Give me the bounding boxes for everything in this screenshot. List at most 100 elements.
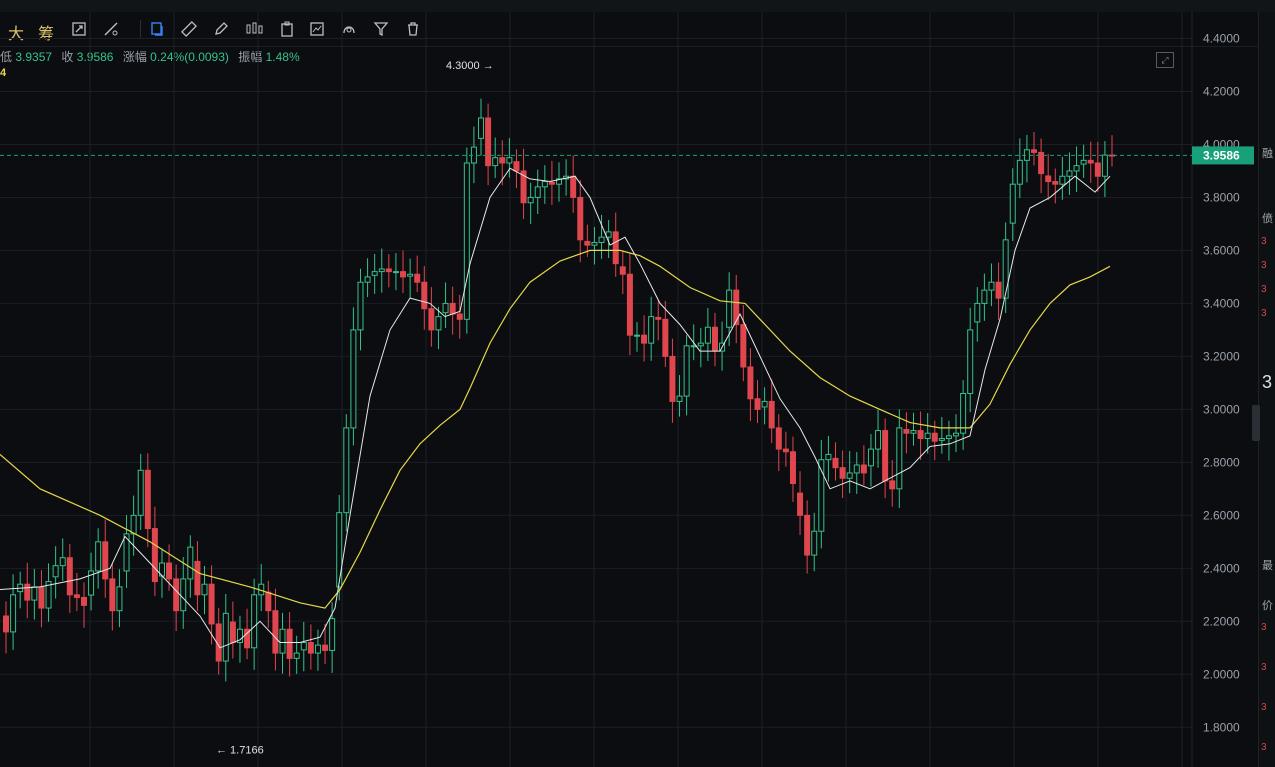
y-tick-label: 3.4000 xyxy=(1203,296,1240,310)
panel-collapse-handle[interactable] xyxy=(1252,405,1260,441)
candle-body xyxy=(307,641,314,654)
candle-body xyxy=(456,313,463,320)
candle-body xyxy=(180,578,187,612)
side-char: 融 xyxy=(1262,148,1273,160)
candle-body xyxy=(102,541,109,580)
side-char: 价 xyxy=(1262,600,1273,612)
candle-body xyxy=(1031,149,1038,153)
candle-body xyxy=(59,557,66,567)
candle-body xyxy=(995,281,1002,299)
side-red-mark: 3 xyxy=(1261,702,1267,713)
candle-body xyxy=(662,318,669,357)
candle-body xyxy=(832,457,839,469)
candle-body xyxy=(279,628,286,654)
candle-body xyxy=(903,429,910,434)
candle-body xyxy=(917,430,924,440)
candle-body xyxy=(697,342,704,347)
y-tick-label: 2.0000 xyxy=(1203,667,1240,681)
candle-body xyxy=(945,435,952,440)
candle-body xyxy=(641,334,648,344)
candle-body xyxy=(52,565,59,578)
candle-body xyxy=(967,329,974,394)
candle-body xyxy=(882,430,889,482)
candle-body xyxy=(499,157,506,164)
y-axis: 4.40004.20004.00003.80003.60003.40003.20… xyxy=(1203,31,1240,734)
candle-body xyxy=(619,266,626,275)
candle-body xyxy=(350,329,357,429)
y-tick-label: 3.6000 xyxy=(1203,243,1240,257)
candle-body xyxy=(541,181,548,188)
candle-body xyxy=(66,557,73,596)
side-char: 3 xyxy=(1262,372,1273,392)
candle-body xyxy=(222,612,229,662)
candlestick-chart[interactable]: 4.40004.20004.00003.80003.60003.40003.20… xyxy=(0,0,1258,767)
candle-body xyxy=(166,562,173,580)
candle-body xyxy=(612,231,619,265)
candle-body xyxy=(407,273,414,277)
side-char: 最 xyxy=(1262,560,1273,572)
candle-body xyxy=(492,157,499,167)
candle-body xyxy=(825,453,832,461)
candle-body xyxy=(173,578,180,612)
candle-body xyxy=(329,618,336,651)
candle-body xyxy=(768,400,775,429)
candle-body xyxy=(1059,175,1066,185)
side-red-mark: 3 xyxy=(1261,260,1267,271)
candle-body xyxy=(343,427,350,514)
candle-body xyxy=(1066,170,1073,177)
candle-body xyxy=(740,324,747,368)
ma-yellow-line xyxy=(0,249,1111,609)
candle-body xyxy=(201,583,208,596)
candle-body xyxy=(683,345,690,397)
candle-body xyxy=(38,586,45,609)
candle-body xyxy=(754,398,761,410)
candle-body xyxy=(988,281,995,291)
candle-body xyxy=(860,464,867,474)
candles-layer xyxy=(3,98,1115,682)
candle-body xyxy=(24,583,31,601)
candle-body xyxy=(449,302,456,315)
candle-body xyxy=(527,196,534,204)
y-tick-label: 2.8000 xyxy=(1203,455,1240,469)
side-red-mark: 3 xyxy=(1261,622,1267,633)
candle-body xyxy=(385,268,392,273)
candle-body xyxy=(73,594,80,598)
candle-body xyxy=(1080,159,1087,165)
candle-body xyxy=(853,464,860,474)
y-tick-label: 2.6000 xyxy=(1203,508,1240,522)
candle-body xyxy=(626,273,633,336)
candle-body xyxy=(974,302,981,323)
candle-body xyxy=(761,400,768,408)
candle-body xyxy=(548,181,555,185)
candle-body xyxy=(1016,159,1023,185)
candle-body xyxy=(811,530,818,556)
candle-body xyxy=(1045,175,1052,183)
candle-body xyxy=(187,546,194,580)
candle-body xyxy=(711,326,718,352)
candle-body xyxy=(392,271,399,274)
candle-body xyxy=(775,427,782,450)
candle-body xyxy=(208,583,215,625)
candle-body xyxy=(130,514,137,535)
side-red-mark: 3 xyxy=(1261,236,1267,247)
candle-body xyxy=(151,528,158,583)
right-side-panel: 融 偾 3 3 3 3 3 最 价 3 3 3 3 xyxy=(1258,12,1275,767)
candle-body xyxy=(300,641,307,651)
high-annotation: 4.3000 → xyxy=(446,60,494,72)
candle-body xyxy=(534,186,541,198)
y-tick-label: 3.8000 xyxy=(1203,190,1240,204)
candle-body xyxy=(10,594,17,633)
candle-body xyxy=(442,302,449,314)
candle-body xyxy=(400,271,407,278)
candle-body xyxy=(889,480,896,490)
candle-body xyxy=(782,448,789,453)
candle-body xyxy=(804,514,811,556)
candle-body xyxy=(655,316,662,320)
candle-body xyxy=(314,644,321,654)
candle-body xyxy=(1009,183,1016,224)
candle-body xyxy=(960,392,967,434)
candle-body xyxy=(229,621,236,643)
candle-body xyxy=(676,395,683,402)
candle-body xyxy=(95,541,102,572)
candle-body xyxy=(194,560,201,596)
